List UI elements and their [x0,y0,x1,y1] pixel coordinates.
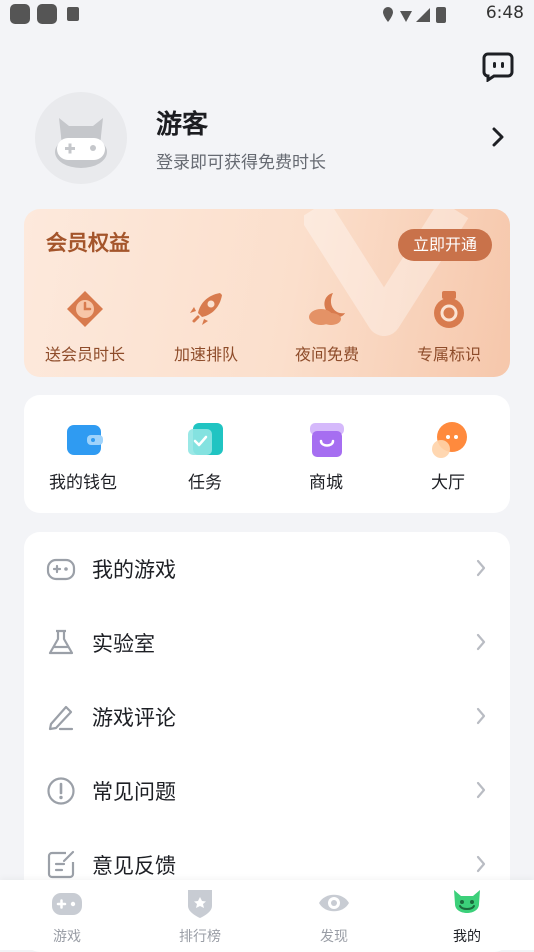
menu-label: 我的游戏 [92,558,176,582]
notification-icon [10,4,30,24]
tool-label: 大厅 [431,473,465,493]
avatar[interactable] [35,92,127,184]
vip-title: 会员权益 [46,231,130,255]
menu-item-faq[interactable]: 常见问题 [24,754,510,828]
chat-bubble-icon [482,52,514,83]
tab-mine[interactable]: 我的 [400,880,534,950]
chevron-right-icon [476,781,486,799]
profile-arrow-icon[interactable] [490,126,506,148]
status-bar: 6:48 [0,0,534,28]
tab-games[interactable]: 游戏 [0,880,134,950]
chevron-right-icon [476,633,486,651]
tab-discover[interactable]: 发现 [267,880,401,950]
chevron-right-icon [476,707,486,725]
bottom-tab-bar: 游戏 排行榜 发现 我的 [0,880,534,950]
menu-label: 意见反馈 [92,854,176,878]
menu-label: 常见问题 [92,780,176,804]
location-icon [383,7,393,22]
menu-item-game-reviews[interactable]: 游戏评论 [24,680,510,754]
vip-benefit-label: 加速排队 [173,345,238,364]
medal-icon [434,291,464,328]
shop-icon [310,423,344,457]
flask-icon [48,629,74,655]
username[interactable]: 游客 [156,104,208,141]
vip-benefit-label: 送会员时长 [44,345,125,364]
mine-monster-icon [454,890,480,913]
tool-label: 任务 [188,473,222,493]
vip-benefits-card: 会员权益 立即开通 送会员时长 加速排队 夜间免费 专属标识 [24,209,510,377]
app-notification-icon [67,7,79,21]
task-icon [188,423,223,455]
rocket-icon [190,293,222,325]
tool-label: 商城 [309,473,343,493]
feedback-icon [47,850,75,879]
notification-icon [37,4,57,24]
gamepad-icon [46,558,76,581]
tab-label: 游戏 [53,929,81,945]
wallet-icon [67,425,103,455]
discover-eye-icon [319,894,349,912]
quick-tools-card: 我的钱包 任务 商城 大厅 [24,395,510,513]
menu-label: 实验室 [92,632,155,656]
menu-item-lab[interactable]: 实验室 [24,606,510,680]
tool-label: 我的钱包 [49,473,117,493]
pencil-icon [48,705,74,731]
message-button[interactable] [482,50,514,83]
chevron-right-icon [476,559,486,577]
exclamation-circle-icon [47,777,75,805]
status-icons [380,5,464,29]
tab-label: 排行榜 [179,929,221,945]
default-avatar-icon [55,118,107,168]
menu-item-my-games[interactable]: 我的游戏 [24,532,510,606]
chevron-right-icon [476,855,486,873]
ranking-shield-icon [188,890,212,918]
tab-label: 发现 [320,929,348,945]
battery-icon [436,7,446,23]
clock: 6:48 [485,3,524,23]
tab-ranking[interactable]: 排行榜 [133,880,267,950]
signal-icon [416,8,430,22]
moon-cloud-icon [309,293,345,325]
wifi-icon [400,11,412,22]
open-vip-button[interactable]: 立即开通 [398,229,492,261]
login-hint[interactable]: 登录即可获得免费时长 [156,148,326,173]
vip-benefit-label: 夜间免费 [294,345,359,364]
game-tab-icon [52,893,82,915]
lobby-chat-icon [432,422,467,458]
tab-label: 我的 [453,929,481,945]
vip-benefit-label: 专属标识 [416,345,481,364]
clock-tag-icon [67,291,103,327]
menu-label: 游戏评论 [92,706,176,730]
